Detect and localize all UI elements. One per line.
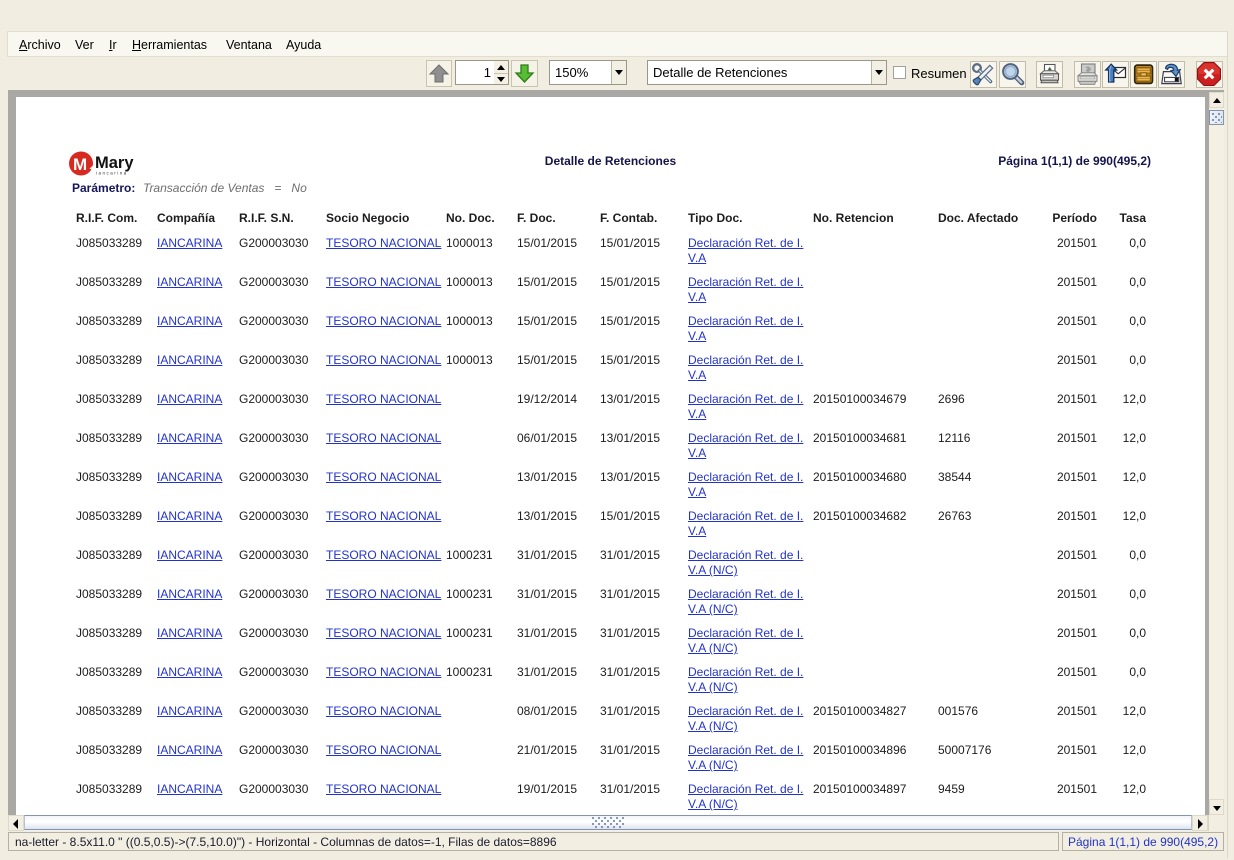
svg-text:iancarina: iancarina [96,171,128,176]
